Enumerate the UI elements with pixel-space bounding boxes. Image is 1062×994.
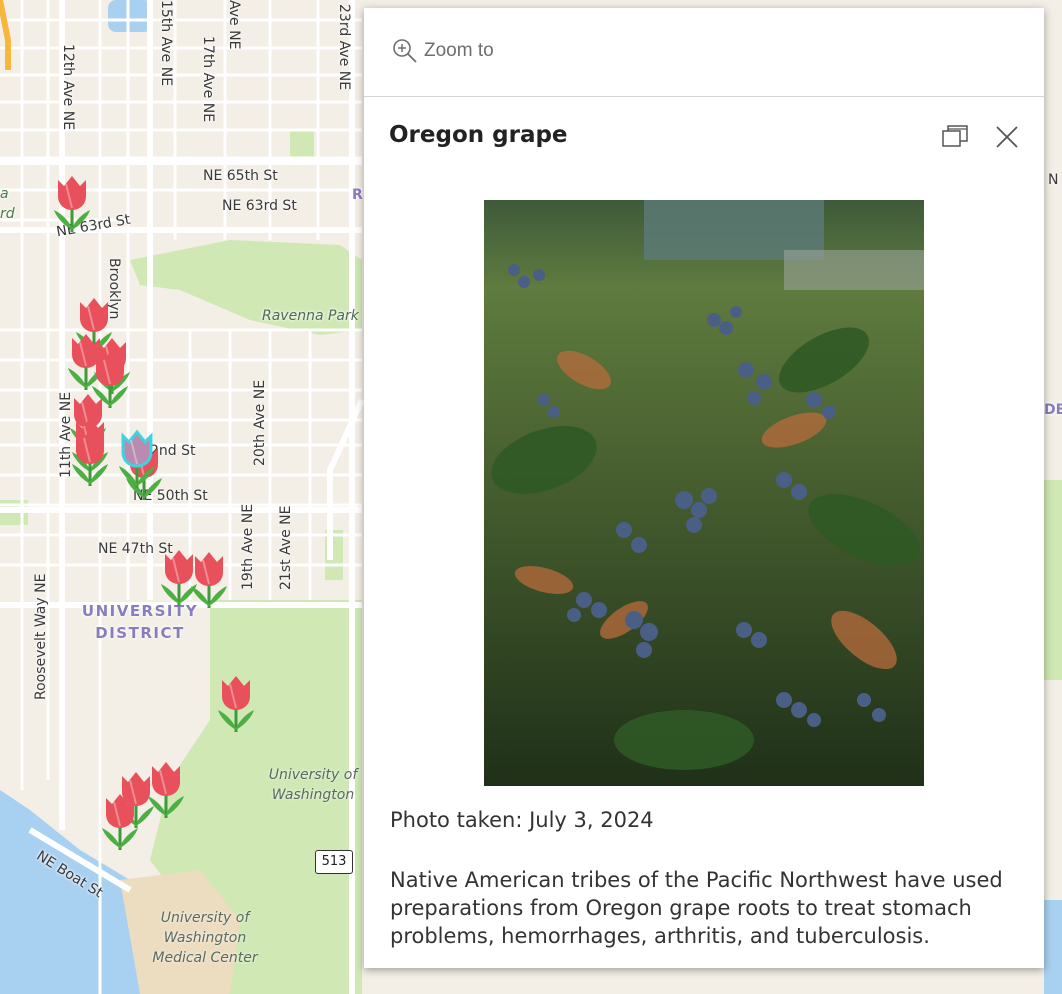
popup-title: Oregon grape <box>389 122 568 148</box>
map-edge-label: R <box>352 187 363 203</box>
street-label: 12th Ave NE <box>60 44 76 131</box>
map-edge-label: N <box>1048 172 1059 188</box>
oregon-grape-photo <box>484 200 924 786</box>
tulip-icon[interactable] <box>185 548 233 616</box>
street-label: 23rd Ave NE <box>336 4 352 91</box>
close-icon <box>996 126 1018 148</box>
dock-icon <box>942 125 968 147</box>
poi-label-medical-center: University of Washington Medical Center <box>152 910 258 966</box>
poi-label-uw: University of Washington <box>268 767 358 803</box>
street-label: 17th Ave NE <box>200 36 216 123</box>
tulip-icon[interactable] <box>48 172 96 240</box>
zoom-in-icon <box>393 39 417 63</box>
map-edge-label: DE <box>1044 402 1062 418</box>
tulip-icon[interactable] <box>96 790 144 858</box>
feature-popup: Zoom to Oregon grape Photo taken: July 3… <box>364 8 1044 968</box>
street-label: 15th Ave NE <box>158 0 174 87</box>
street-label: NE 63rd St <box>222 198 297 214</box>
feature-description: Native American tribes of the Pacific No… <box>390 868 1003 948</box>
dock-button[interactable] <box>940 122 970 152</box>
park-label: Ravenna Park <box>262 308 359 324</box>
tulip-selected-icon[interactable] <box>113 428 161 496</box>
tulip-icon[interactable] <box>142 758 190 826</box>
zoom-to-button[interactable]: Zoom to <box>392 38 494 64</box>
zoom-to-label: Zoom to <box>424 40 494 61</box>
street-label: Roosevelt Way NE <box>33 573 49 700</box>
street-label: 21st Ave NE <box>278 505 294 590</box>
tulip-icon[interactable] <box>66 426 114 494</box>
street-label: Ave NE <box>226 0 242 50</box>
street-label: NE 65th St <box>203 168 278 184</box>
photo-caption: Photo taken: July 3, 2024 <box>390 808 654 832</box>
street-label: 19th Ave NE <box>240 503 256 590</box>
street-label: 20th Ave NE <box>252 379 268 466</box>
popup-header: Zoom to <box>364 8 1044 97</box>
lake-water <box>108 0 152 32</box>
photo-image <box>484 200 924 786</box>
highway-shield: 513 <box>315 850 353 874</box>
tulip-icon[interactable] <box>212 672 260 740</box>
map-edge-label: rd <box>0 206 15 222</box>
close-button[interactable] <box>992 122 1022 152</box>
map-edge-label: a <box>0 186 9 202</box>
